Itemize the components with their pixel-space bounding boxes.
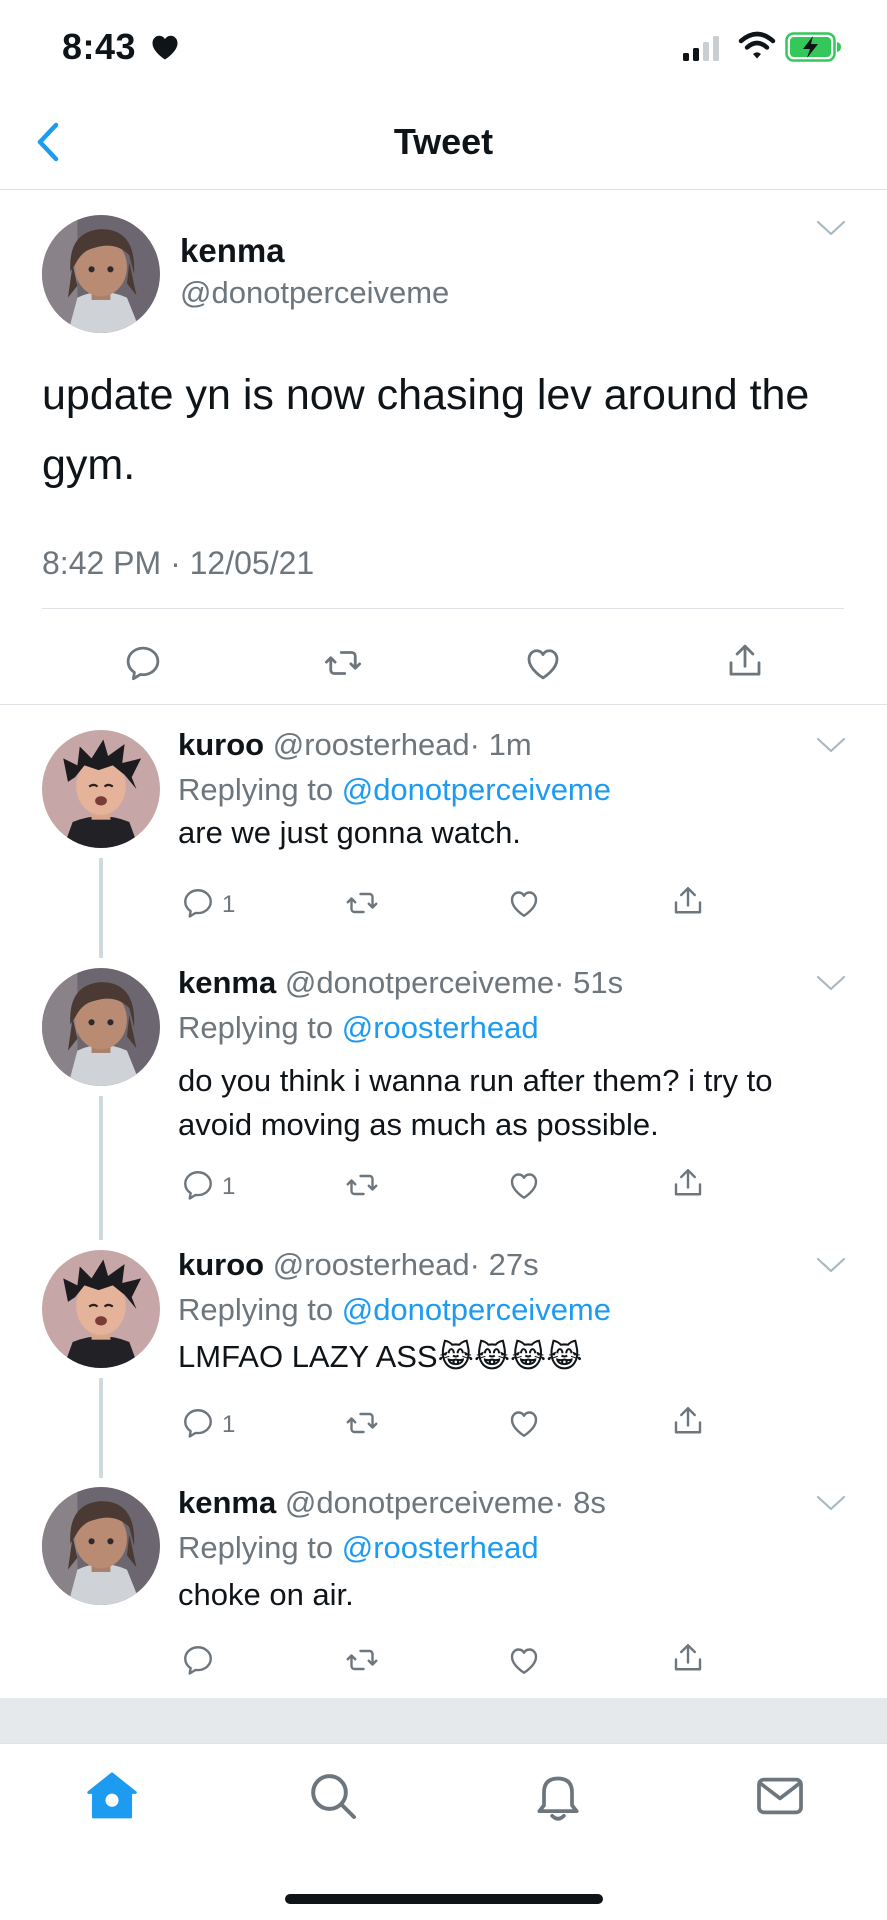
like-icon[interactable]	[506, 1167, 542, 1203]
author-name[interactable]: kenma	[178, 1485, 276, 1520]
chevron-down-icon[interactable]	[815, 973, 847, 993]
reply-count: 1	[222, 1173, 236, 1200]
reply-text: are we just gonna watch.	[178, 815, 521, 850]
tweet-actions	[0, 610, 887, 705]
reply-header: kenma @donotperceiveme· 51s	[178, 965, 623, 1001]
like-icon[interactable]	[506, 1405, 542, 1441]
home-indicator[interactable]	[285, 1894, 603, 1904]
tab-bar	[0, 1743, 887, 1920]
mention-link[interactable]: @roosterhead	[342, 1010, 539, 1045]
reply-icon[interactable]	[180, 1167, 216, 1203]
author-name[interactable]: kuroo	[178, 727, 264, 762]
wifi-icon	[738, 31, 776, 59]
reply-count: 1	[222, 1411, 236, 1438]
chevron-down-icon[interactable]	[815, 1493, 847, 1513]
like-icon[interactable]	[506, 885, 542, 921]
replying-prefix: Replying to	[178, 1530, 342, 1565]
author-handle[interactable]: @donotperceiveme	[285, 1485, 554, 1520]
avatar[interactable]	[42, 730, 160, 848]
share-icon[interactable]	[670, 1640, 706, 1676]
tweet-text: update yn is now chasing lev around the …	[42, 371, 810, 489]
heart-status-icon	[152, 35, 178, 60]
main-tweet: kenma @donotperceiveme update yn is now …	[0, 190, 887, 705]
signal-icon	[683, 36, 719, 61]
reply-count: 1	[222, 891, 236, 918]
replying-to: Replying to @roosterhead	[178, 1010, 539, 1046]
timeline-end-band	[0, 1698, 887, 1743]
reply-tweet[interactable]: kuroo @roosterhead· 1m Replying to @dono…	[0, 705, 887, 945]
reply-text: choke on air.	[178, 1577, 354, 1612]
replying-to: Replying to @donotperceiveme	[178, 772, 611, 808]
search-icon[interactable]	[305, 1768, 361, 1824]
tweet-timestamp: 8:42 PM · 12/05/21	[42, 545, 315, 581]
reply-tweet[interactable]: kenma @donotperceiveme· 51s Replying to …	[0, 945, 887, 1225]
reply-icon[interactable]	[180, 1642, 216, 1678]
author-handle[interactable]: @roosterhead	[273, 1247, 470, 1282]
replying-prefix: Replying to	[178, 772, 342, 807]
reply-text: do you think i wanna run after them? i t…	[178, 1063, 773, 1142]
author-name[interactable]: kuroo	[178, 1247, 264, 1282]
reply-icon[interactable]	[180, 1405, 216, 1441]
like-icon[interactable]	[522, 642, 564, 684]
avatar[interactable]	[42, 1250, 160, 1368]
chevron-down-icon[interactable]	[815, 735, 847, 755]
reply-header: kuroo @roosterhead· 1m	[178, 727, 532, 763]
reply-tweet[interactable]: kenma @donotperceiveme· 8s Replying to @…	[0, 1465, 887, 1698]
reply-time: · 8s	[554, 1485, 606, 1520]
bell-icon[interactable]	[530, 1768, 586, 1824]
avatar[interactable]	[42, 1487, 160, 1605]
mention-link[interactable]: @donotperceiveme	[342, 772, 611, 807]
status-bar: 8:43	[0, 0, 887, 95]
divider	[42, 608, 844, 609]
reply-header: kenma @donotperceiveme· 8s	[178, 1485, 606, 1521]
avatar[interactable]	[42, 968, 160, 1086]
reply-time: · 51s	[554, 965, 624, 1000]
retweet-icon[interactable]	[344, 885, 380, 921]
reply-icon[interactable]	[180, 885, 216, 921]
retweet-icon[interactable]	[322, 642, 364, 684]
reply-time: · 27s	[469, 1247, 539, 1282]
status-time: 8:43	[62, 26, 137, 67]
reply-tweet[interactable]: kuroo @roosterhead· 27s Replying to @don…	[0, 1225, 887, 1465]
reply-actions	[0, 1640, 887, 1680]
reply-time: · 1m	[469, 727, 532, 762]
author-name[interactable]: kenma	[178, 965, 276, 1000]
reply-actions: 1	[0, 1165, 887, 1205]
replying-to: Replying to @donotperceiveme	[178, 1292, 611, 1328]
reply-header: kuroo @roosterhead· 27s	[178, 1247, 539, 1283]
mail-icon[interactable]	[752, 1768, 808, 1824]
replying-prefix: Replying to	[178, 1010, 342, 1045]
replying-prefix: Replying to	[178, 1292, 342, 1327]
share-icon[interactable]	[724, 640, 766, 682]
chevron-down-icon[interactable]	[815, 218, 847, 238]
header: Tweet	[0, 95, 887, 190]
author-handle[interactable]: @roosterhead	[273, 727, 470, 762]
reply-text: LMFAO LAZY ASS😹😹😹😹	[178, 1339, 583, 1374]
battery-charging-icon	[785, 32, 841, 62]
replying-to: Replying to @roosterhead	[178, 1530, 539, 1566]
reply-actions: 1	[0, 1403, 887, 1443]
mention-link[interactable]: @roosterhead	[342, 1530, 539, 1565]
author-handle[interactable]: @donotperceiveme	[180, 275, 449, 311]
home-icon[interactable]	[84, 1768, 140, 1824]
author-handle[interactable]: @donotperceiveme	[285, 965, 554, 1000]
author-name[interactable]: kenma	[180, 232, 285, 270]
reply-actions: 1	[0, 883, 887, 923]
chevron-down-icon[interactable]	[815, 1255, 847, 1275]
mention-link[interactable]: @donotperceiveme	[342, 1292, 611, 1327]
reply-icon[interactable]	[122, 642, 164, 684]
retweet-icon[interactable]	[344, 1642, 380, 1678]
retweet-icon[interactable]	[344, 1405, 380, 1441]
page-title: Tweet	[393, 121, 494, 162]
share-icon[interactable]	[670, 1403, 706, 1439]
share-icon[interactable]	[670, 883, 706, 919]
avatar[interactable]	[42, 215, 160, 333]
share-icon[interactable]	[670, 1165, 706, 1201]
retweet-icon[interactable]	[344, 1167, 380, 1203]
like-icon[interactable]	[506, 1642, 542, 1678]
